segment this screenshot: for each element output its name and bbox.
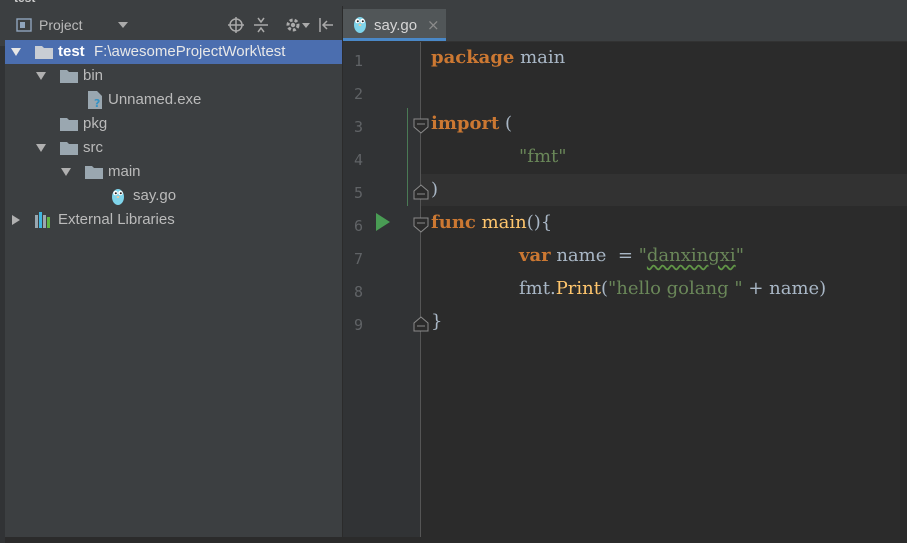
line-number: 7 [353, 250, 363, 268]
tree-node-label: test [58, 43, 85, 60]
gear-icon[interactable] [285, 17, 301, 33]
code-token-identifier: main [514, 47, 566, 68]
go-file-icon [354, 17, 366, 33]
code-token-string: " [638, 245, 647, 266]
tree-node-external-libraries[interactable]: External Libraries [5, 208, 342, 232]
fold-end-icon[interactable] [413, 316, 429, 332]
code-token-keyword: var [519, 245, 551, 266]
tree-node-test[interactable]: test F:\awesomeProjectWork\test [5, 40, 342, 64]
tree-node-label: src [83, 139, 103, 156]
folder-icon [60, 70, 78, 83]
fold-end-icon[interactable] [413, 184, 429, 200]
expand-arrow-icon[interactable] [11, 48, 21, 56]
tree-node-label: External Libraries [58, 211, 175, 228]
code-line-6[interactable]: func main(){ [431, 207, 552, 240]
tab-say-go[interactable]: say.go × [343, 9, 446, 41]
tree-node-main[interactable]: main [5, 160, 342, 184]
code-token-function: Print [555, 278, 601, 299]
go-file-icon [112, 189, 124, 205]
tree-node-path: F:\awesomeProjectWork\test [94, 43, 286, 60]
tree-node-bin[interactable]: bin [5, 64, 342, 88]
code-line-1[interactable]: package main [431, 42, 565, 75]
dropdown-arrow-icon[interactable] [118, 22, 128, 28]
folder-icon [60, 142, 78, 155]
code-token-punct: ) [431, 179, 439, 200]
unknown-file-icon: ? [88, 91, 102, 109]
folder-icon [60, 118, 78, 131]
code-token-punct: (){ [526, 212, 553, 233]
typo-highlight[interactable]: danxingxi [647, 245, 736, 266]
fold-start-icon[interactable] [413, 217, 429, 233]
tree-node-label: main [108, 163, 141, 180]
tree-node-src[interactable]: src [5, 136, 342, 160]
line-number: 9 [353, 316, 363, 334]
code-line-4[interactable]: "fmt" [519, 141, 567, 174]
project-tool-window: Project test F:\awesomeProjectWork\test … [0, 6, 342, 543]
tree-node-label: say.go [133, 187, 177, 204]
tree-node-label: pkg [83, 115, 108, 132]
breadcrumb: test [14, 0, 35, 5]
code-token-identifier: fmt. [519, 278, 556, 299]
code-token-punct: } [431, 311, 443, 332]
code-token-function: main [475, 212, 527, 233]
expand-arrow-icon[interactable] [36, 72, 46, 80]
tree-node-say-go[interactable]: say.go [5, 184, 342, 208]
code-line-7[interactable]: var name = "danxingxi" [519, 240, 744, 273]
project-view-icon [16, 18, 32, 32]
project-tree: test F:\awesomeProjectWork\test bin ? Un… [5, 40, 342, 232]
code-token-string: "hello golang " [608, 278, 743, 299]
run-icon[interactable] [376, 213, 390, 231]
expand-arrow-icon[interactable] [36, 144, 46, 152]
code-line-9[interactable]: } [431, 306, 442, 339]
code-token-keyword: package [431, 47, 515, 68]
locate-icon[interactable] [228, 17, 244, 33]
collapse-all-icon[interactable] [253, 17, 269, 33]
line-number: 4 [353, 151, 363, 169]
tree-node-pkg[interactable]: pkg [5, 112, 342, 136]
line-number: 8 [353, 283, 363, 301]
fold-start-icon[interactable] [413, 118, 429, 134]
editor-tab-bar: say.go × [343, 6, 907, 42]
code-token-punct: ( [499, 113, 513, 134]
tab-label: say.go [374, 17, 418, 34]
code-token-keyword: func [431, 212, 476, 233]
tree-node-unnamed-exe[interactable]: ? Unnamed.exe [5, 88, 342, 112]
gutter-separator [420, 42, 421, 537]
close-icon[interactable]: × [427, 17, 440, 33]
expand-arrow-icon[interactable] [61, 168, 71, 176]
line-number: 2 [353, 85, 363, 103]
svg-text:?: ? [94, 97, 100, 109]
code-token-identifier: + name) [742, 278, 827, 299]
folder-icon [35, 46, 53, 59]
code-line-3[interactable]: import ( [431, 108, 512, 141]
indent-guide [407, 108, 408, 206]
line-number: 1 [353, 52, 363, 70]
code-token-keyword: import [431, 113, 500, 134]
project-view-title[interactable]: Project [39, 17, 83, 33]
folder-icon [85, 166, 103, 179]
code-token-string: "fmt" [519, 146, 567, 167]
libraries-icon [35, 212, 50, 228]
hide-panel-icon[interactable] [318, 17, 334, 33]
line-number: 6 [353, 217, 363, 235]
code-line-5[interactable]: ) [431, 174, 438, 207]
expand-arrow-icon[interactable] [12, 215, 20, 225]
caret-row-highlight [421, 174, 907, 206]
code-token-identifier: name = [550, 245, 639, 266]
gear-dropdown-icon[interactable] [302, 23, 310, 28]
line-number: 3 [353, 118, 363, 136]
code-line-8[interactable]: fmt.Print("hello golang " + name) [519, 273, 826, 306]
tree-node-label: bin [83, 67, 104, 84]
editor-area: say.go × 1 2 3 4 5 6 7 8 9 package main … [343, 6, 907, 537]
code-token-string: " [735, 245, 744, 266]
tree-node-label: Unnamed.exe [108, 91, 202, 108]
code-token-punct: ( [601, 278, 609, 299]
project-panel-header: Project [0, 6, 342, 34]
line-number: 5 [353, 184, 363, 202]
